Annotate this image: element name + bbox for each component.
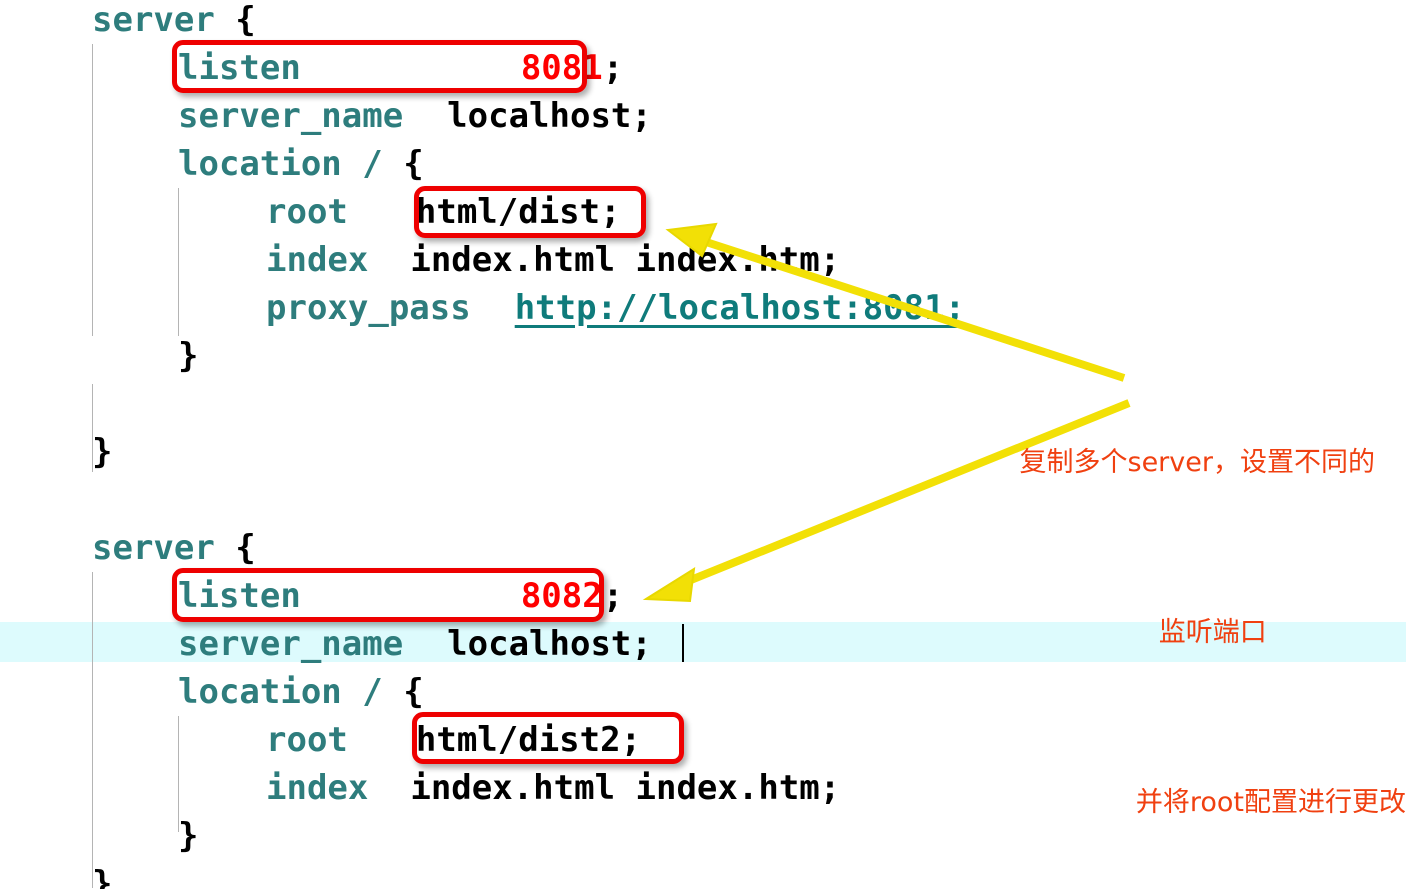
indent-guide-level2-b bbox=[178, 716, 179, 832]
token-proxy-url[interactable]: http://localhost:8081; bbox=[515, 288, 965, 328]
indent-guide-level1-b bbox=[92, 384, 93, 472]
code-line-4[interactable]: location / { bbox=[0, 140, 1406, 188]
annotation-line-3-text: 并将root配置进行更改 bbox=[1135, 787, 1406, 818]
code-line-5[interactable]: root html/dist; bbox=[0, 188, 1406, 236]
annotation-note: 复制多个server，设置不同的 监听端口 并将root配置进行更改 bbox=[968, 344, 1406, 889]
callout-root-html-dist bbox=[414, 186, 646, 238]
token-semicolon-2: ; bbox=[602, 576, 624, 616]
callout-listen-8082 bbox=[172, 568, 604, 622]
token-index-2: index bbox=[266, 768, 369, 808]
token-server-name-1: server_name bbox=[178, 96, 404, 136]
annotation-line-1-text: 复制多个server，设置不同的 bbox=[1019, 447, 1375, 478]
annotation-line-1: 复制多个server，设置不同的 bbox=[968, 412, 1406, 514]
code-line-3[interactable]: server_name localhost; bbox=[0, 92, 1406, 140]
token-open-brace-2: { bbox=[403, 144, 424, 184]
annotation-line-2-text: 监听端口 bbox=[1158, 617, 1267, 648]
token-index-1: index bbox=[266, 240, 369, 280]
token-location-1: location bbox=[178, 144, 342, 184]
nginx-config-screenshot: server { listen 8081; server_name localhos… bbox=[0, 0, 1406, 889]
token-localhost-1: localhost; bbox=[447, 96, 652, 136]
token-location-2: location bbox=[178, 672, 342, 712]
token-open-brace-4: { bbox=[403, 672, 424, 712]
token-localhost-2: localhost; bbox=[447, 624, 652, 664]
token-close-brace-1: } bbox=[178, 336, 199, 376]
code-line-6[interactable]: index index.html index.htm; bbox=[0, 236, 1406, 284]
token-root-1: root bbox=[266, 192, 348, 232]
callout-root-html-dist2 bbox=[412, 712, 684, 764]
token-root-2: root bbox=[266, 720, 348, 760]
token-open-brace: { bbox=[214, 0, 256, 40]
token-semicolon-1: ; bbox=[602, 48, 624, 88]
token-slash-1: / bbox=[341, 144, 404, 184]
callout-listen-8081 bbox=[172, 40, 587, 93]
token-server-name-2: server_name bbox=[178, 624, 404, 664]
code-line-1[interactable]: server { bbox=[0, 0, 1406, 44]
token-server-2: server bbox=[92, 528, 215, 568]
token-server: server bbox=[92, 0, 215, 40]
token-index-files-1: index.html index.htm; bbox=[410, 240, 841, 280]
text-caret bbox=[682, 624, 684, 662]
token-proxy-pass: proxy_pass bbox=[266, 288, 471, 328]
token-slash-2: / bbox=[341, 672, 404, 712]
token-close-brace-4: } bbox=[92, 864, 113, 889]
token-index-files-2: index.html index.htm; bbox=[410, 768, 841, 808]
code-line-7[interactable]: proxy_pass http://localhost:8081; bbox=[0, 284, 1406, 332]
annotation-line-3: 并将root配置进行更改 bbox=[968, 752, 1406, 854]
token-close-brace-2: } bbox=[92, 432, 113, 472]
token-close-brace-3: } bbox=[178, 816, 199, 856]
token-open-brace-3: { bbox=[214, 528, 256, 568]
annotation-line-2: 监听端口 bbox=[968, 582, 1406, 684]
indent-guide-level2 bbox=[178, 188, 179, 336]
indent-guide-level1 bbox=[92, 44, 93, 336]
